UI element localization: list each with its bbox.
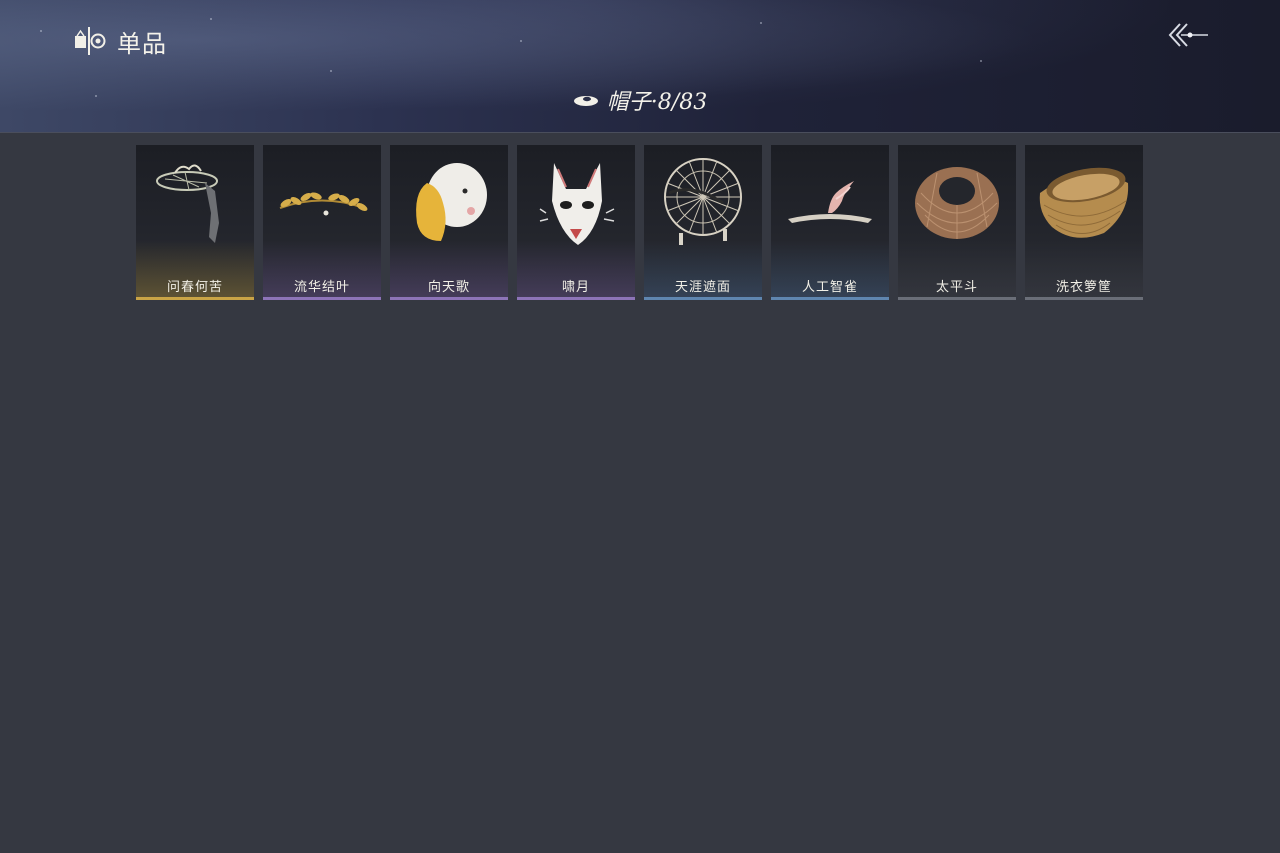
- wardrobe-tab-icon: [75, 27, 106, 55]
- item-card[interactable]: 啸月: [517, 145, 635, 300]
- hat-icon: [573, 96, 598, 106]
- item-name: 问春何苦: [166, 280, 223, 295]
- rarity-bar: [263, 297, 381, 300]
- rarity-bar: [390, 297, 508, 300]
- category-heading: 帽子·8/83: [0, 84, 1280, 116]
- page-title: 单品: [73, 24, 167, 58]
- rarity-bar: [517, 297, 635, 300]
- duck-hood-icon: [416, 163, 487, 241]
- rarity-bar: [644, 297, 762, 300]
- item-name: 太平斗: [935, 280, 978, 295]
- rarity-bar: [771, 297, 889, 300]
- item-name: 洗衣箩筐: [1055, 280, 1112, 295]
- item-card[interactable]: 洗衣箩筐: [1025, 145, 1143, 300]
- rarity-bar: [898, 297, 1016, 300]
- item-name: 流华结叶: [293, 280, 350, 295]
- bird-hairpin-icon: [788, 181, 872, 223]
- wide-bamboo-hat-icon: [664, 158, 742, 245]
- golden-leaf-circlet-icon: [279, 192, 368, 216]
- item-card[interactable]: 天涯遮面: [644, 145, 762, 300]
- item-name: 向天歌: [427, 280, 470, 295]
- top-header: 单品 帽子·8/83: [0, 0, 1280, 133]
- item-card[interactable]: 流华结叶: [263, 145, 381, 300]
- laundry-basket-icon: [1039, 167, 1129, 238]
- veiled-hat-icon: [156, 164, 219, 243]
- item-card[interactable]: 问春何苦: [136, 145, 254, 300]
- item-name: 天涯遮面: [674, 280, 731, 295]
- woven-bamboo-hat-icon: [915, 167, 999, 239]
- item-card[interactable]: 人工智雀: [771, 145, 889, 300]
- back-arrow-icon: [1168, 23, 1208, 47]
- fox-mask-icon: [539, 163, 615, 245]
- page-title-text: 单品: [117, 29, 167, 58]
- item-name: 人工智雀: [801, 280, 858, 295]
- back-button[interactable]: [1166, 20, 1210, 50]
- rarity-bar: [136, 297, 254, 300]
- item-grid: 问春何苦 流华结叶 向天歌 啸月 天涯遮面 人工智雀 太平斗 洗衣箩筐: [136, 145, 1143, 300]
- item-card[interactable]: 向天歌: [390, 145, 508, 300]
- category-label: 帽子·8/83: [606, 90, 708, 115]
- item-name: 啸月: [561, 280, 590, 295]
- item-card[interactable]: 太平斗: [898, 145, 1016, 300]
- rarity-bar: [1025, 297, 1143, 300]
